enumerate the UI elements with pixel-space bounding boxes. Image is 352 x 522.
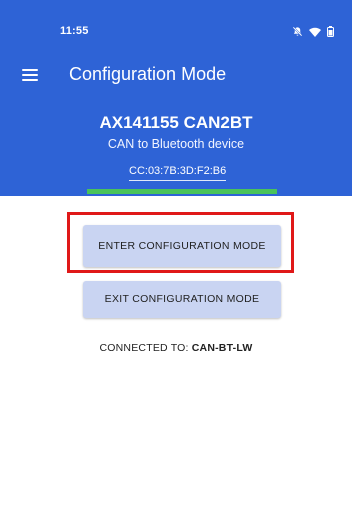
connection-status: CONNECTED TO: CAN-BT-LW (0, 342, 352, 354)
menu-icon[interactable] (22, 67, 40, 83)
app-header: 11:55 Configuration Mode AX141155 CAN2BT… (0, 0, 352, 196)
device-description: CAN to Bluetooth device (107, 137, 245, 151)
device-name: AX141155 CAN2BT (99, 113, 253, 132)
app-bar: Configuration Mode (0, 58, 352, 94)
status-bar: 11:55 (0, 0, 352, 37)
status-icons (292, 26, 334, 37)
enter-configuration-mode-button[interactable]: ENTER CONFIGURATION MODE (83, 225, 281, 267)
battery-icon (327, 26, 334, 37)
notifications-muted-icon (292, 26, 303, 37)
status-time: 11:55 (60, 25, 89, 37)
connected-device-name: CAN-BT-LW (191, 342, 253, 354)
device-mac-address: CC:03:7B:3D:F2:B6 (129, 165, 227, 181)
connection-signal-bar (87, 189, 277, 194)
page-title: Configuration Mode (69, 64, 227, 84)
exit-configuration-mode-button[interactable]: EXIT CONFIGURATION MODE (83, 281, 281, 318)
wifi-icon (309, 27, 321, 37)
connection-status-label: CONNECTED TO: (99, 342, 192, 354)
